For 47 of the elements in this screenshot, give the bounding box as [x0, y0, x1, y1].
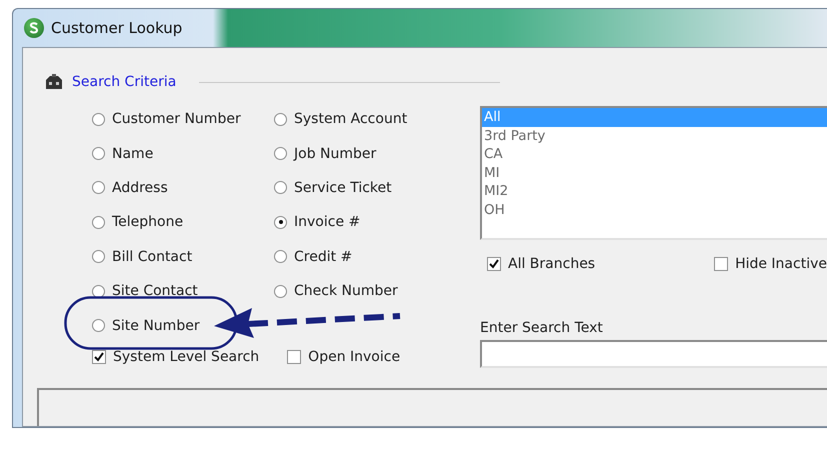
app-logo-icon	[24, 18, 44, 38]
radio-button[interactable]	[92, 319, 105, 332]
radio-button[interactable]	[274, 250, 287, 264]
radio-label: Check Number	[294, 283, 398, 300]
radio-button[interactable]	[274, 216, 287, 229]
radio-label: Name	[112, 146, 154, 162]
radio-button[interactable]	[274, 181, 287, 194]
list-item[interactable]: OH	[482, 200, 827, 219]
radio-button[interactable]	[92, 284, 105, 298]
radio-button[interactable]	[92, 147, 105, 160]
radio-button[interactable]	[274, 147, 287, 160]
radio-button[interactable]	[92, 250, 105, 264]
checkbox-label: Open Invoice	[308, 348, 400, 365]
radio-label: Service Ticket	[294, 180, 392, 196]
radio-button[interactable]	[92, 216, 105, 229]
radio-button[interactable]	[274, 284, 287, 298]
radio-label: Site Number	[112, 318, 200, 334]
radio-button[interactable]	[92, 112, 105, 126]
radio-button[interactable]	[92, 181, 105, 194]
radio-label: Job Number	[294, 146, 376, 162]
radio-label: Site Contact	[112, 283, 198, 300]
branch-list[interactable]: All 3rd Party CA MI MI2 OH	[480, 106, 827, 240]
checkbox[interactable]	[92, 350, 106, 364]
radio-label: Bill Contact	[112, 248, 192, 265]
checkbox[interactable]	[287, 350, 302, 364]
checkbox-label: All Branches	[508, 256, 596, 272]
list-item[interactable]: CA	[482, 145, 827, 164]
checkbox-label: Hide Inactive	[735, 256, 827, 272]
radio-label: Telephone	[112, 214, 184, 230]
radio-label: Invoice #	[294, 214, 360, 230]
field-label: Enter Search Text	[480, 320, 604, 336]
section-title: Search Criteria	[72, 74, 176, 90]
list-item[interactable]: 3rd Party	[482, 126, 827, 145]
radio-button[interactable]	[274, 112, 287, 126]
checkbox[interactable]	[714, 257, 728, 271]
radio-label: Credit #	[294, 248, 352, 265]
checkbox[interactable]	[487, 257, 501, 271]
list-item[interactable]: MI	[482, 164, 827, 182]
radio-label: Customer Number	[112, 111, 241, 128]
radio-label: System Account	[294, 111, 408, 128]
list-item[interactable]: MI2	[482, 182, 827, 200]
building-icon	[45, 74, 63, 90]
list-item[interactable]: All	[482, 108, 827, 126]
window-title: Customer Lookup	[51, 19, 182, 37]
radio-label: Address	[112, 180, 168, 196]
checkbox-label: System Level Search	[113, 348, 260, 365]
search-input[interactable]	[480, 340, 827, 368]
